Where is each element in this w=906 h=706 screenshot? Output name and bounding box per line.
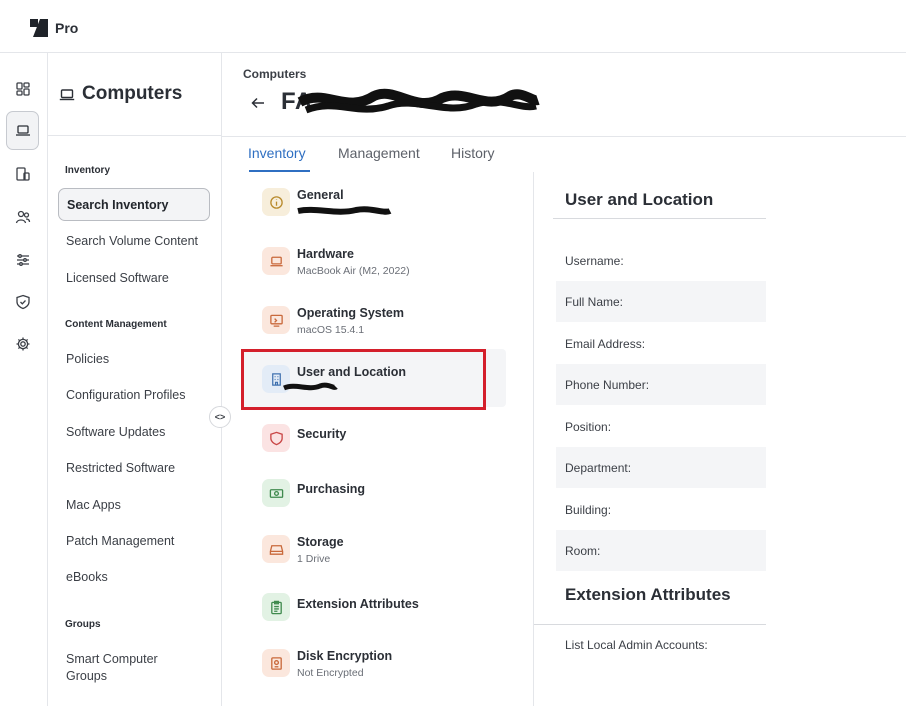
gear-icon[interactable] <box>7 328 39 360</box>
field-email-address: Email Address: <box>565 337 646 351</box>
tab-history[interactable]: History <box>451 145 495 161</box>
highlight-box <box>241 349 486 410</box>
tabs-divider <box>222 136 906 137</box>
laptop-icon <box>59 89 75 101</box>
sidebar-item-smart-computer-groups[interactable]: Smart Computer Groups <box>58 649 178 689</box>
sidebar-item-search-volume-content[interactable]: Search Volume Content <box>58 224 210 257</box>
extension-attributes-title: Extension Attributes <box>565 585 731 604</box>
category-subtitle: 1 Drive <box>297 553 331 565</box>
field-department: Department: <box>556 447 766 488</box>
category-name: Disk Encryption <box>297 649 393 663</box>
category-name: Operating System <box>297 306 404 320</box>
sidebar-item-software-updates[interactable]: Software Updates <box>58 415 210 448</box>
devices-icon[interactable] <box>7 158 39 190</box>
jamf-logo-icon[interactable] <box>29 18 49 38</box>
redaction-scribble <box>297 88 540 114</box>
field-room: Room: <box>556 530 766 571</box>
category-subtitle: MacBook Air (M2, 2022) <box>297 265 410 277</box>
panel-title-divider <box>553 218 766 219</box>
panel-divider <box>533 172 534 706</box>
sidebar-item-policies[interactable]: Policies <box>58 342 210 375</box>
category-name: Hardware <box>297 247 354 261</box>
shield-check-icon[interactable] <box>7 286 39 318</box>
panel-title: User and Location <box>565 190 714 209</box>
clipboard-icon <box>262 593 290 621</box>
shield-icon <box>262 424 290 452</box>
section-groups: Groups <box>65 619 101 630</box>
sidebar-item-ebooks[interactable]: eBooks <box>58 560 210 593</box>
collapse-sidebar-button[interactable]: <> <box>209 406 231 428</box>
sidebar-item-restricted-software[interactable]: Restricted Software <box>58 451 210 484</box>
sidebar-item-patch-management[interactable]: Patch Management <box>58 524 210 557</box>
sidebar-item-configuration-profiles[interactable]: Configuration Profiles <box>58 378 210 411</box>
field-position: Position: <box>565 420 612 434</box>
sidebar: Computers Inventory Search Inventory Sea… <box>48 53 222 706</box>
field-phone-number: Phone Number: <box>556 364 766 405</box>
sidebar-header: Computers <box>48 53 222 136</box>
sidebar-item-licensed-software[interactable]: Licensed Software <box>58 261 210 294</box>
drive-icon <box>262 535 290 563</box>
category-subtitle: macOS 15.4.1 <box>297 324 365 336</box>
section-content-management: Content Management <box>65 319 167 330</box>
top-bar: Pro <box>0 0 906 53</box>
category-name: General <box>297 188 344 202</box>
sidebar-item-mac-apps[interactable]: Mac Apps <box>58 488 210 521</box>
tab-inventory[interactable]: Inventory <box>248 145 306 161</box>
tab-management[interactable]: Management <box>338 145 420 161</box>
computers-icon[interactable] <box>6 111 39 150</box>
sidebar-title: Computers <box>82 83 183 104</box>
money-icon <box>262 479 290 507</box>
icon-rail <box>0 53 48 706</box>
back-arrow-icon[interactable] <box>250 95 266 111</box>
lock-icon <box>262 649 290 677</box>
settings-sliders-icon[interactable] <box>7 244 39 276</box>
category-name: Purchasing <box>297 482 366 496</box>
dashboard-icon[interactable] <box>7 73 39 105</box>
redaction-scribble <box>297 206 392 215</box>
info-icon <box>262 188 290 216</box>
sidebar-item-search-inventory[interactable]: Search Inventory <box>58 188 210 221</box>
category-name: Security <box>297 427 347 441</box>
laptop-icon <box>262 247 290 275</box>
extension-title-divider <box>534 624 766 625</box>
active-tab-indicator <box>249 170 310 172</box>
breadcrumb[interactable]: Computers <box>243 67 306 81</box>
section-inventory: Inventory <box>65 165 111 176</box>
field-list-local-admin-accounts: List Local Admin Accounts: <box>565 638 708 652</box>
os-icon <box>262 306 290 334</box>
category-name: Storage <box>297 535 344 549</box>
category-name: Extension Attributes <box>297 597 419 611</box>
users-icon[interactable] <box>7 201 39 233</box>
field-building: Building: <box>565 503 612 517</box>
category-subtitle: Not Encrypted <box>297 667 364 679</box>
field-username: Username: <box>565 254 624 268</box>
field-full-name: Full Name: <box>556 281 766 322</box>
brand-label: Pro <box>55 20 79 36</box>
